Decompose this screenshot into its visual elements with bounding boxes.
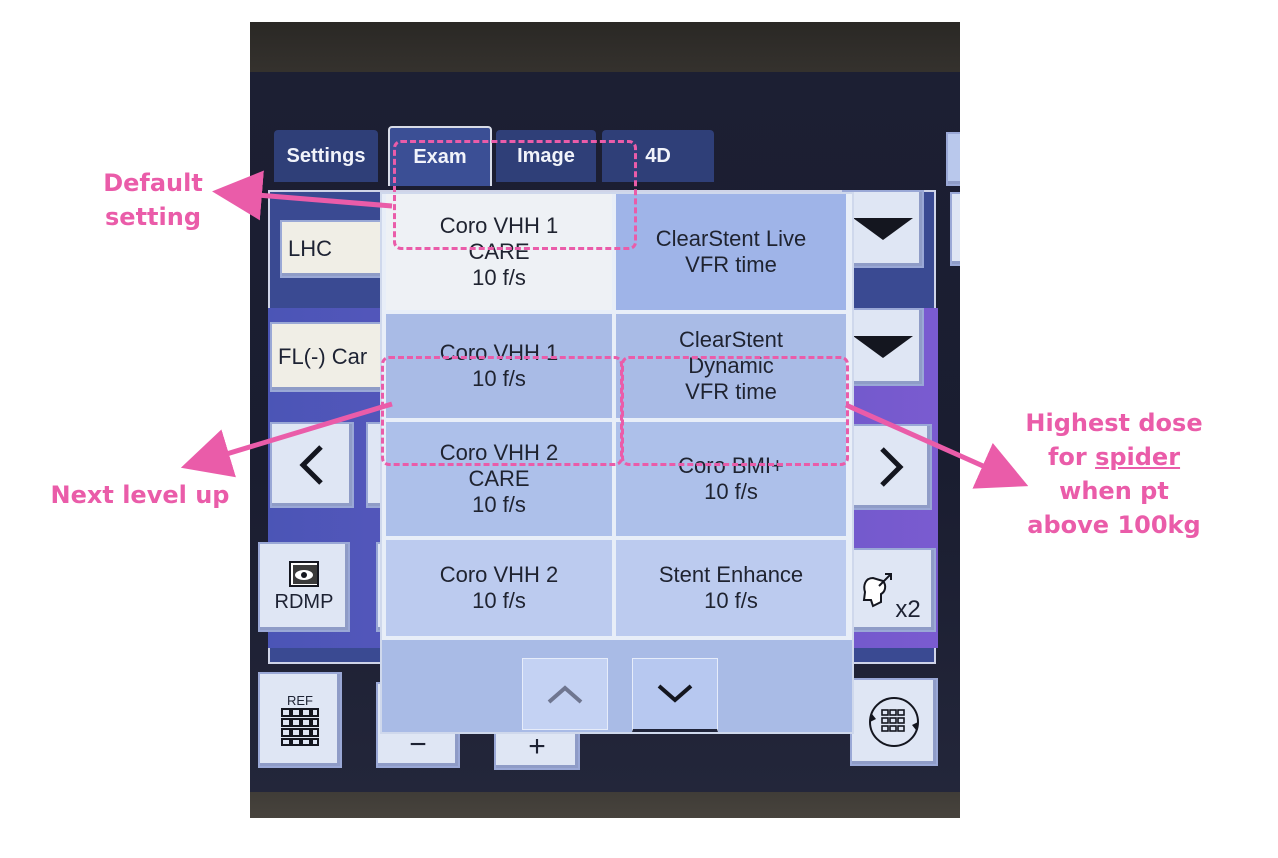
callout-default-setting: Default setting: [103, 169, 203, 231]
callout-highest-line1: Highest dose: [1025, 409, 1203, 437]
callout-highest-for: for: [1047, 443, 1087, 471]
callout-highest-spider: spider: [1095, 443, 1181, 471]
callout-highest-rest: when pt above 100kg: [1027, 477, 1201, 539]
callout-highest-dose: Highest dose for spider when pt above 10…: [1004, 406, 1224, 542]
callout-next-level-up: Next level up: [50, 481, 230, 509]
